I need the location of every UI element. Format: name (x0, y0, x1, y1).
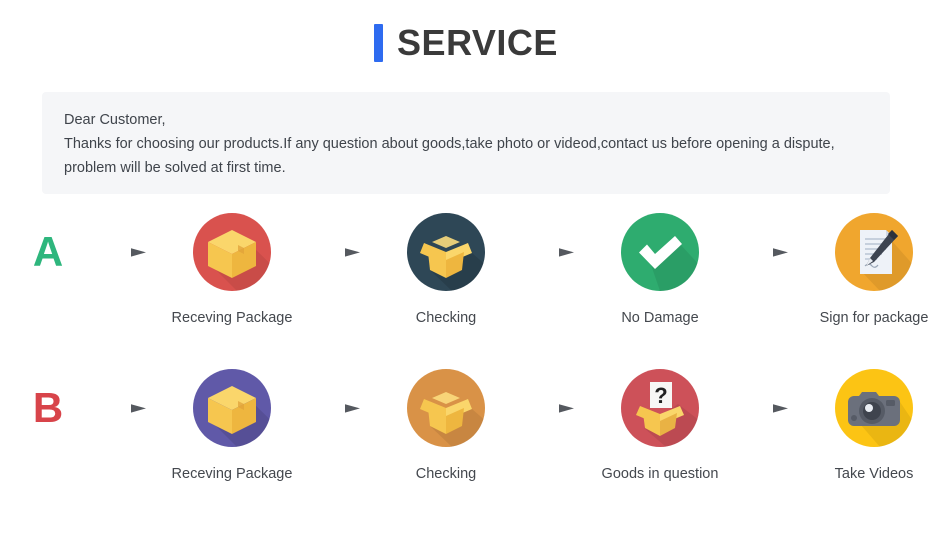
flow-step-label: Checking (415, 466, 477, 482)
flow-step-label: Goods in question (601, 466, 719, 482)
arrow-right-icon (524, 368, 582, 448)
flow-row-a: A Receving Package Checking No Damage Si… (0, 212, 932, 329)
flow-step-a-1: Receving Package (154, 212, 310, 329)
flow-step-a-2: Checking (368, 212, 524, 329)
package-box-icon (192, 368, 272, 448)
page-title: SERVICE (397, 22, 558, 63)
flow-letter-b-label: B (32, 384, 64, 431)
notice-line-1: Dear Customer, (64, 112, 166, 128)
package-box-icon (192, 212, 272, 292)
flow-step-b-2: Checking (368, 368, 524, 485)
accent-bar-icon (374, 24, 384, 62)
flow-letter-a: A (0, 212, 96, 292)
flow-step-b-3: ? Goods in question (582, 368, 738, 485)
flow-row-b: B Receving Package Checking ? Goods in q… (0, 368, 932, 506)
document-pen-icon (834, 212, 914, 292)
arrow-right-icon (96, 368, 154, 448)
flow-step-a-3: No Damage (582, 212, 738, 329)
arrow-right-icon (524, 212, 582, 292)
page-header: SERVICE (0, 0, 932, 62)
arrow-right-icon (310, 212, 368, 292)
open-box-icon (406, 212, 486, 292)
flow-step-label: Receving Package (171, 466, 293, 482)
question-box-icon: ? (620, 368, 700, 448)
arrow-right-icon (96, 212, 154, 292)
flow-step-label: Take Videos (834, 466, 914, 482)
notice-line-3: problem will be solved at first time. (64, 160, 286, 176)
flow-letter-a-label: A (32, 228, 64, 275)
flow-step-b-4: Take Videos (796, 368, 932, 485)
notice-line-2: Thanks for choosing our products.If any … (64, 136, 835, 152)
camera-icon (834, 368, 914, 448)
svg-text:?: ? (654, 383, 667, 408)
service-infographic: SERVICE Dear Customer, Thanks for choosi… (0, 0, 932, 550)
arrow-right-icon (310, 368, 368, 448)
flow-step-b-1: Receving Package (154, 368, 310, 485)
open-box-icon (406, 368, 486, 448)
arrow-right-icon (738, 368, 796, 448)
arrow-right-icon (738, 212, 796, 292)
flow-step-label: Sign for package (819, 310, 929, 326)
customer-notice-box: Dear Customer, Thanks for choosing our p… (42, 92, 890, 194)
flow-letter-b: B (0, 368, 96, 448)
flow-step-label: Receving Package (171, 310, 293, 326)
flow-step-a-4: Sign for package (796, 212, 932, 329)
flow-step-label: No Damage (621, 310, 699, 326)
check-mark-icon (620, 212, 700, 292)
flow-step-label: Checking (415, 310, 477, 326)
